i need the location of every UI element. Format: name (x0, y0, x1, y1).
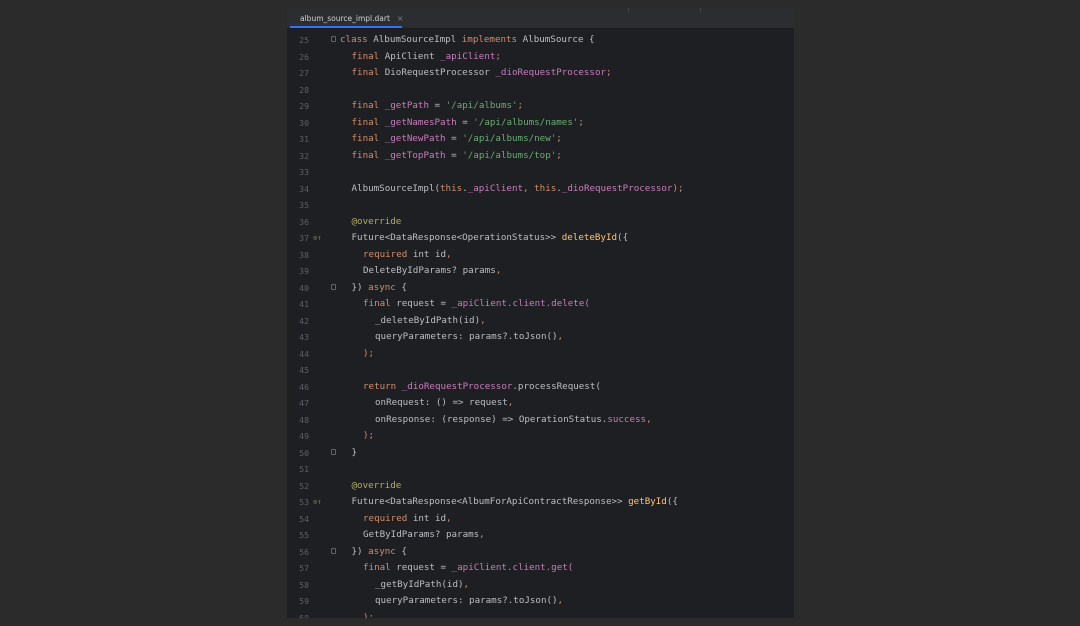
line-number: 30 (299, 117, 309, 128)
line-number: 58 (299, 579, 309, 590)
line-number: 41 (299, 299, 309, 309)
tab-divider (700, 8, 701, 12)
line-number: 39 (299, 266, 309, 276)
line-number: 25 (299, 35, 309, 45)
fold-icon[interactable] (331, 283, 336, 290)
line-number: 31 (299, 134, 309, 144)
code-line[interactable]: 49); (287, 428, 794, 445)
code-line[interactable]: 34 AlbumSourceImpl(this._apiClient, this.… (287, 181, 794, 198)
code-line[interactable]: 60); (287, 610, 794, 619)
code-line[interactable]: 25 class AlbumSourceImpl implements Album… (287, 32, 794, 49)
code-line[interactable]: 47 onRequest: () => request, (287, 395, 794, 412)
code-line[interactable]: 29 final _getPath = '/api/albums'; (287, 98, 794, 115)
code-line[interactable]: 26 final ApiClient _apiClient; (287, 49, 794, 66)
line-number: 45 (299, 365, 309, 375)
code-line[interactable]: 46 return _dioRequestProcessor.processReq… (287, 379, 794, 396)
code-line[interactable]: 44); (287, 346, 794, 363)
code-line[interactable]: 37 ⊙↑ Future<DataResponse<OperationStatus>… (287, 230, 794, 247)
line-number: 47 (299, 398, 309, 408)
line-number: 53 (299, 497, 309, 507)
code-line[interactable]: 35 (287, 197, 794, 214)
code-line[interactable]: 41 final request = _apiClient.client.dele… (287, 296, 794, 313)
tab-label: album_source_impl.dart (300, 13, 390, 23)
line-number: 35 (299, 200, 309, 210)
line-number: 33 (299, 167, 309, 177)
code-line[interactable]: 59 queryParameters: params?.toJson(), (287, 593, 794, 610)
code-line[interactable]: 55 GetByIdParams? params, (287, 527, 794, 544)
line-number: 29 (299, 101, 309, 111)
line-number: 43 (299, 332, 309, 342)
line-number: 28 (299, 84, 309, 95)
line-number: 52 (299, 480, 309, 491)
line-number: 26 (299, 51, 309, 62)
code-line[interactable]: 42 _deleteByIdPath(id), (287, 313, 794, 330)
close-icon[interactable]: × (397, 14, 404, 23)
line-number: 34 (299, 183, 309, 194)
code-line[interactable]: 58 _getByIdPath(id), (287, 577, 794, 594)
code-line[interactable]: 53 ⊙↑ Future<DataResponse<AlbumForApiContr… (287, 494, 794, 511)
line-number: 40 (299, 282, 309, 293)
line-number: 32 (299, 150, 309, 161)
fold-icon[interactable] (331, 547, 336, 554)
line-number: 51 (299, 464, 309, 474)
line-number: 60 (299, 612, 309, 619)
code-line[interactable]: 27 final DioRequestProcessor _dioRequestP… (287, 65, 794, 82)
line-number: 59 (299, 596, 309, 606)
fold-icon[interactable] (331, 448, 336, 455)
code-line[interactable]: 36 @override (287, 214, 794, 231)
code-line[interactable]: 40}) async { (287, 280, 794, 297)
line-number: 27 (299, 68, 309, 78)
code-editor[interactable]: album_source_impl.dart × 25 class AlbumSo… (287, 8, 794, 618)
code-line[interactable]: 28 (287, 82, 794, 99)
line-number: 44 (299, 348, 309, 359)
code-line[interactable]: 31 final _getNewPath = '/api/albums/new'; (287, 131, 794, 148)
code-line[interactable]: 45 (287, 362, 794, 379)
line-number: 56 (299, 546, 309, 557)
code-line[interactable]: 32 final _getTopPath = '/api/albums/top'; (287, 148, 794, 165)
code-line[interactable]: 52 @override (287, 478, 794, 495)
fold-icon[interactable] (331, 36, 336, 42)
line-number: 49 (299, 431, 309, 441)
line-number: 55 (299, 530, 309, 540)
code-line[interactable]: 33 (287, 164, 794, 181)
code-line[interactable]: 38 required int id, (287, 247, 794, 264)
line-number: 37 (299, 233, 309, 243)
code-line[interactable]: 48 onResponse: (response) => OperationSta… (287, 412, 794, 429)
line-number: 57 (299, 563, 309, 573)
code-area[interactable]: 25 class AlbumSourceImpl implements Album… (287, 32, 794, 618)
line-number: 38 (299, 249, 309, 260)
code-line[interactable]: 56}) async { (287, 544, 794, 561)
code-line[interactable]: 50} (287, 445, 794, 462)
editor-tab-bar: album_source_impl.dart × (287, 8, 794, 29)
line-number: 42 (299, 315, 309, 326)
code-line[interactable]: 30 final _getNamesPath = '/api/albums/nam… (287, 115, 794, 132)
code-line[interactable]: 54 required int id, (287, 511, 794, 528)
tab-album-source-impl[interactable]: album_source_impl.dart × (290, 10, 404, 28)
code-line[interactable]: 57 final request = _apiClient.client.get( (287, 560, 794, 577)
override-gutter-icon[interactable]: ⊙↑ (313, 494, 329, 511)
override-gutter-icon[interactable]: ⊙↑ (313, 230, 329, 247)
line-number: 54 (299, 513, 309, 524)
code-line[interactable]: 51 (287, 461, 794, 478)
tab-divider (628, 8, 629, 12)
code-line[interactable]: 43 queryParameters: params?.toJson(), (287, 329, 794, 346)
line-number: 50 (299, 447, 309, 458)
code-line[interactable]: 39 DeleteByIdParams? params, (287, 263, 794, 280)
line-number: 36 (299, 216, 309, 227)
line-number: 48 (299, 414, 309, 425)
line-number: 46 (299, 381, 309, 392)
